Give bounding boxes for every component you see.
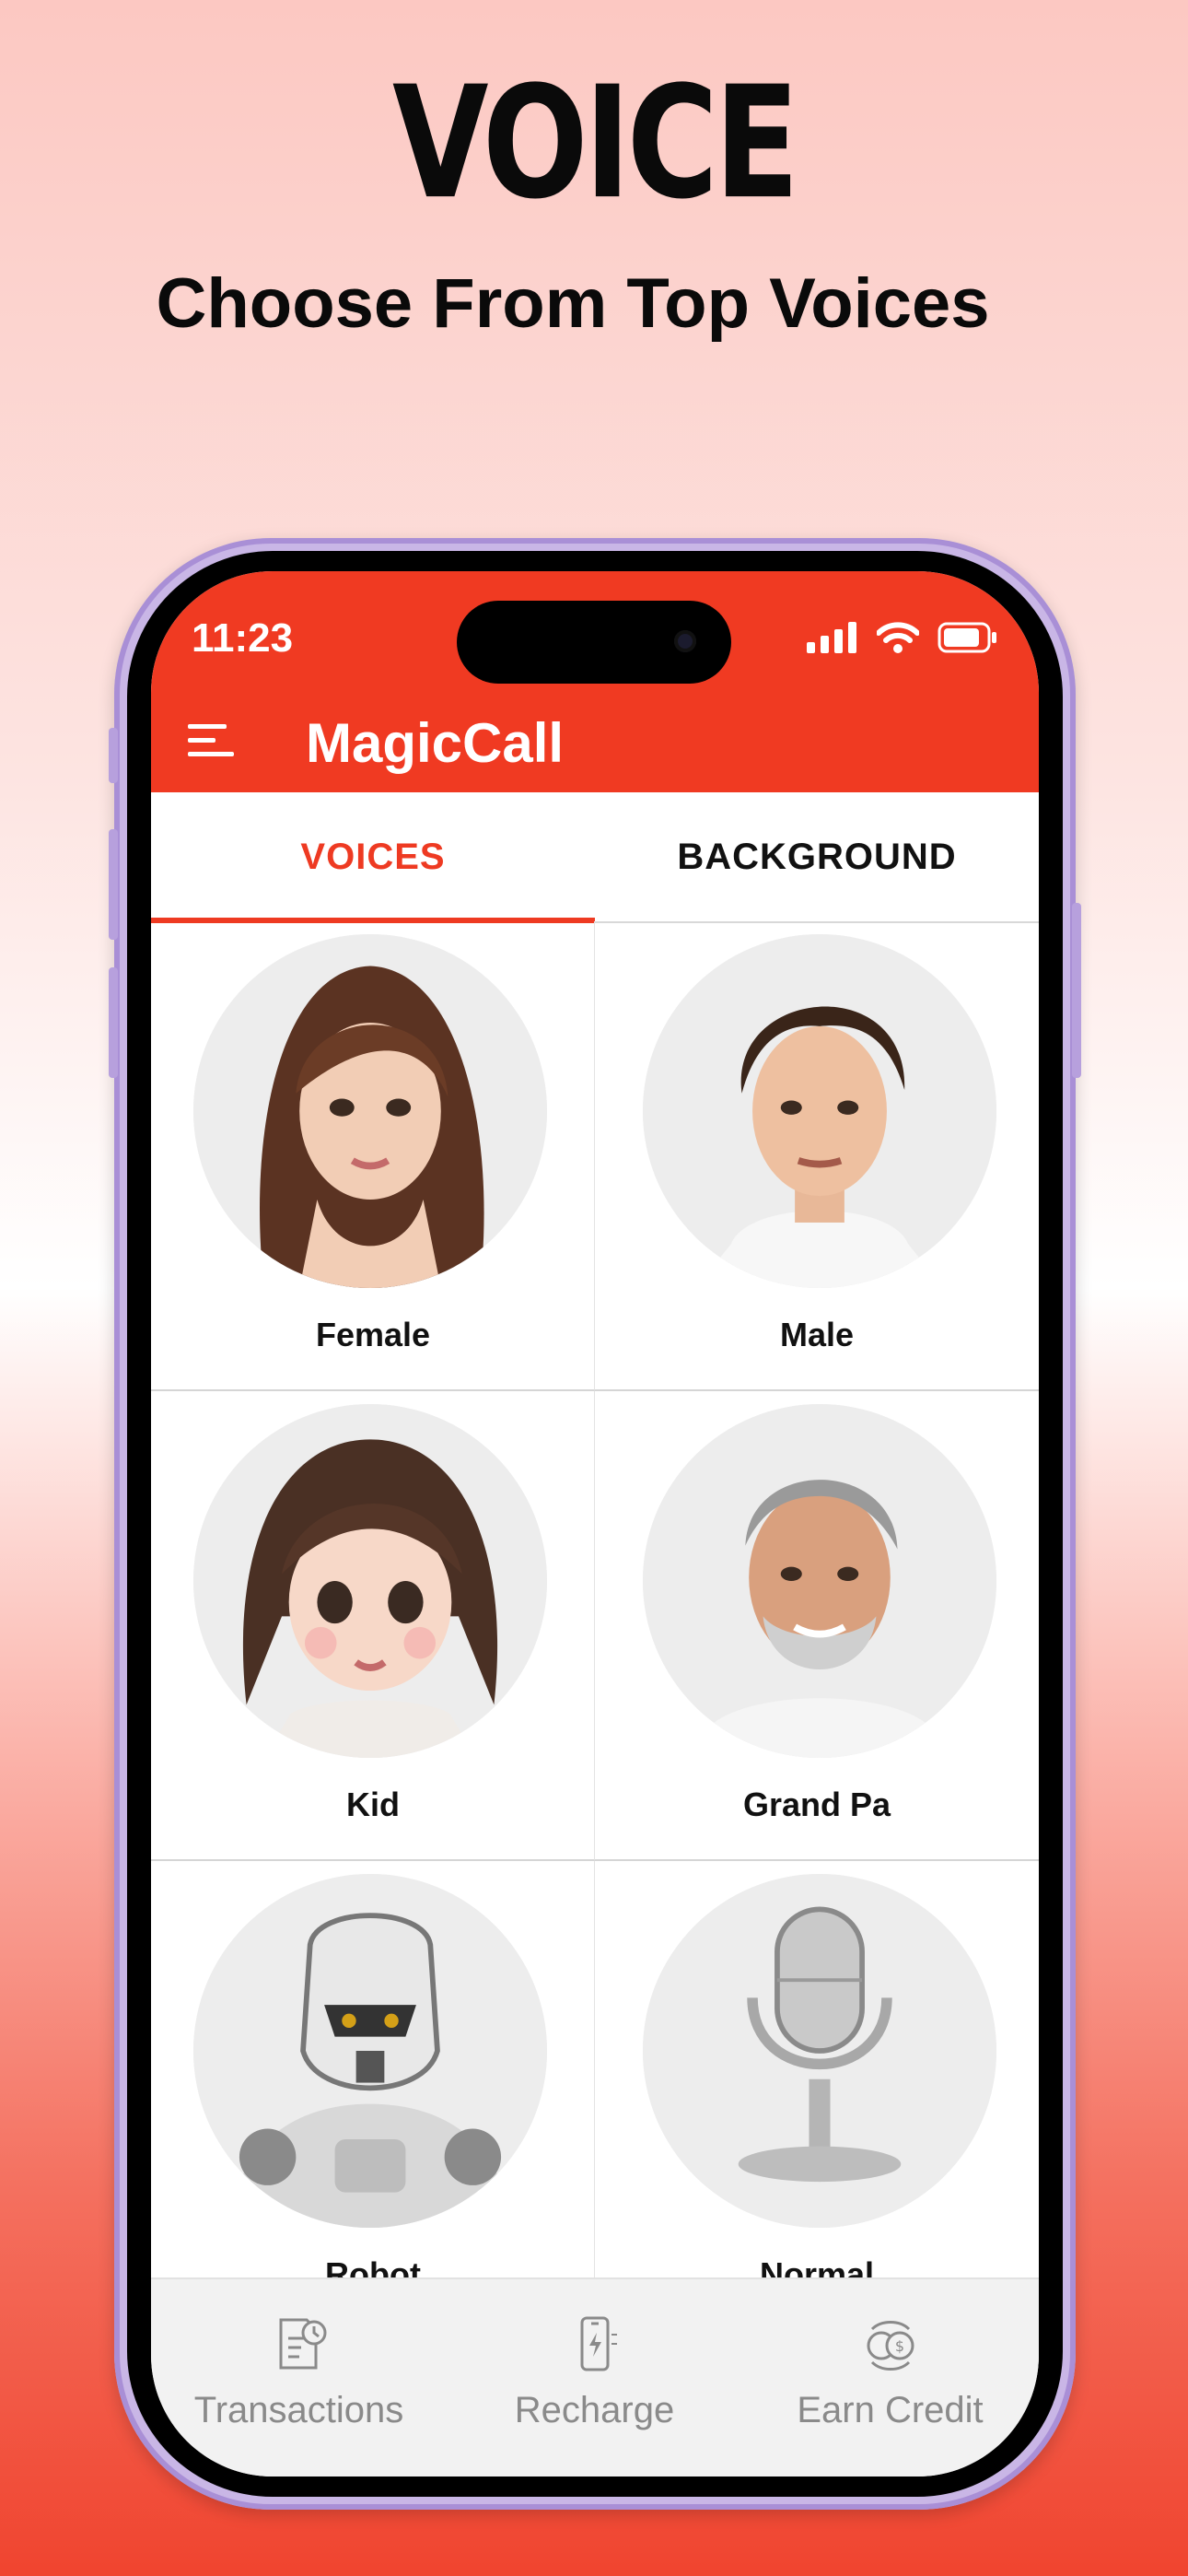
voice-label: Male — [779, 1316, 855, 1353]
phone-charge-icon — [580, 2316, 617, 2371]
tab-background[interactable]: BACKGROUND — [595, 792, 1039, 921]
coins-exchange-icon: $ — [867, 2321, 914, 2371]
male-portrait — [643, 934, 996, 1288]
kid-avatar — [193, 1404, 547, 1758]
voice-card-grandpa[interactable]: Grand Pa — [595, 1391, 1039, 1861]
app-screen: 11:23 MagicCall VOICES BACKGROUND Female… — [151, 571, 1039, 2476]
female-portrait — [193, 934, 547, 1288]
wifi-icon — [877, 622, 919, 653]
robot-avatar — [193, 1874, 547, 2228]
tab-bar: VOICES BACKGROUND — [151, 792, 1039, 923]
nav-label: Recharge — [514, 2390, 675, 2430]
volume-down-button — [109, 967, 118, 1078]
volume-up-button — [109, 829, 118, 940]
tab-voices[interactable]: VOICES — [151, 792, 595, 921]
nav-recharge[interactable]: Recharge — [447, 2279, 742, 2476]
dynamic-island — [457, 601, 731, 684]
status-time: 11:23 — [192, 615, 294, 661]
voice-card-normal[interactable]: Normal — [595, 1861, 1039, 2331]
hero-title: VOICE — [392, 53, 799, 234]
female-avatar — [193, 934, 547, 1288]
voice-card-robot[interactable]: Robot — [151, 1861, 595, 2331]
battery-icon — [938, 622, 996, 653]
svg-text:$: $ — [894, 2337, 903, 2355]
nav-label: Earn Credit — [797, 2390, 984, 2430]
voice-card-female[interactable]: Female — [151, 921, 595, 1391]
microphone-avatar — [643, 1874, 996, 2228]
microphone-illustration — [643, 1874, 996, 2228]
voice-label: Female — [315, 1316, 431, 1353]
hero-subtitle: Choose From Top Voices — [156, 264, 990, 343]
voice-label: Grand Pa — [742, 1786, 891, 1823]
grandpa-portrait — [643, 1404, 996, 1758]
side-button — [109, 728, 118, 783]
status-icons — [807, 619, 998, 656]
camera-icon — [674, 630, 696, 652]
voice-label: Kid — [346, 1786, 400, 1823]
signal-icon — [807, 622, 856, 653]
voice-card-kid[interactable]: Kid — [151, 1391, 595, 1861]
bottom-nav: Transactions Recharge $ Earn Credit — [151, 2277, 1039, 2476]
app-header: 11:23 MagicCall — [151, 571, 1039, 792]
robot-illustration — [193, 1874, 547, 2228]
voice-card-male[interactable]: Male — [595, 921, 1039, 1391]
nav-label: Transactions — [193, 2390, 404, 2430]
grandpa-avatar — [643, 1404, 996, 1758]
nav-transactions[interactable]: Transactions — [151, 2279, 447, 2476]
male-avatar — [643, 934, 996, 1288]
receipt-clock-icon — [279, 2318, 326, 2370]
kid-portrait — [193, 1404, 547, 1758]
power-button — [1072, 903, 1081, 1078]
hamburger-menu-icon[interactable] — [188, 724, 234, 757]
nav-earn-credit[interactable]: $ Earn Credit — [742, 2279, 1038, 2476]
app-title: MagicCall — [306, 712, 565, 774]
